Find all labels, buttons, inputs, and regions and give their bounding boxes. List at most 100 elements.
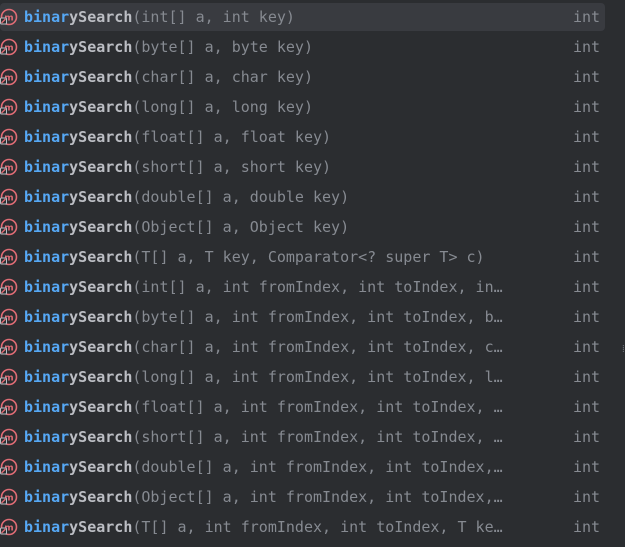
completion-item-text: binarySearch(Object[] a, Object key) [24, 213, 559, 241]
matched-prefix: binar [24, 38, 70, 56]
matched-prefix: binar [24, 308, 70, 326]
completion-item-text: binarySearch(byte[] a, int fromIndex, in… [24, 303, 559, 331]
method-icon: m [0, 518, 18, 536]
method-name-rest: ySearch [69, 368, 133, 386]
completion-item[interactable]: m binarySearch(float[] a, float key) int [0, 123, 605, 151]
completion-item-text: binarySearch(T[] a, T key, Comparator<? … [24, 243, 559, 271]
completion-item[interactable]: m binarySearch(double[] a, double key) int [0, 183, 605, 211]
method-signature: (char[] a, char key) [132, 68, 313, 86]
method-signature: (byte[] a, int fromIndex, int toIndex, b… [132, 308, 503, 326]
method-name-rest: ySearch [69, 128, 133, 146]
return-type: int [573, 248, 601, 266]
return-type: int [573, 128, 601, 146]
method-name-rest: ySearch [69, 488, 133, 506]
completion-item[interactable]: m binarySearch(byte[] a, byte key) int [0, 33, 605, 61]
method-icon: m [0, 488, 18, 506]
method-icon: m [0, 188, 18, 206]
matched-prefix: binar [24, 218, 70, 236]
method-name-rest: ySearch [69, 308, 133, 326]
return-type: int [573, 188, 601, 206]
matched-prefix: binar [24, 158, 70, 176]
matched-prefix: binar [24, 398, 70, 416]
method-icon: m [0, 338, 18, 356]
method-signature: (double[] a, double key) [132, 188, 350, 206]
completion-item-text: binarySearch(int[] a, int key) [24, 3, 559, 31]
return-type: int [573, 488, 601, 506]
method-name-rest: ySearch [69, 338, 133, 356]
completion-item[interactable]: m binarySearch(long[] a, long key) int [0, 93, 605, 121]
completion-item-text: binarySearch(Object[] a, int fromIndex, … [24, 483, 559, 511]
method-signature: (char[] a, int fromIndex, int toIndex, c… [132, 338, 503, 356]
method-name-rest: ySearch [69, 98, 133, 116]
method-name-rest: ySearch [69, 398, 133, 416]
method-icon: m [0, 398, 18, 416]
completion-item-text: binarySearch(float[] a, int fromIndex, i… [24, 393, 559, 421]
return-type: int [573, 428, 601, 446]
completion-item[interactable]: m binarySearch(short[] a, int fromIndex, … [0, 423, 605, 451]
method-name-rest: ySearch [69, 218, 133, 236]
completion-item[interactable]: m binarySearch(Object[] a, Object key) int [0, 213, 605, 241]
method-signature: (T[] a, T key, Comparator<? super T> c) [132, 248, 485, 266]
completion-item-text: binarySearch(short[] a, int fromIndex, i… [24, 423, 559, 451]
matched-prefix: binar [24, 368, 70, 386]
method-signature: (short[] a, int fromIndex, int toIndex, … [132, 428, 503, 446]
completion-item[interactable]: m binarySearch(float[] a, int fromIndex, … [0, 393, 605, 421]
completion-item[interactable]: m binarySearch(long[] a, int fromIndex, i… [0, 363, 605, 391]
method-icon: m [0, 98, 18, 116]
method-name-rest: ySearch [69, 38, 133, 56]
matched-prefix: binar [24, 458, 70, 476]
completion-item[interactable]: m binarySearch(Object[] a, int fromIndex,… [0, 483, 605, 511]
completion-item[interactable]: m binarySearch(short[] a, short key) int [0, 153, 605, 181]
completion-item-text: binarySearch(long[] a, int fromIndex, in… [24, 363, 559, 391]
return-type: int [573, 38, 601, 56]
completion-item-text: binarySearch(char[] a, int fromIndex, in… [24, 333, 559, 361]
method-icon: m [0, 428, 18, 446]
completion-item[interactable]: m binarySearch(T[] a, T key, Comparator<?… [0, 243, 605, 271]
method-signature: (short[] a, short key) [132, 158, 332, 176]
matched-prefix: binar [24, 68, 70, 86]
completion-item-text: binarySearch(short[] a, short key) [24, 153, 559, 181]
method-icon: m [0, 158, 18, 176]
code-completion-popup: m binarySearch(int[] a, int key) int m binar… [0, 0, 625, 547]
return-type: int [573, 518, 601, 536]
method-icon: m [0, 128, 18, 146]
matched-prefix: binar [24, 338, 70, 356]
completion-item-text: binarySearch(double[] a, int fromIndex, … [24, 453, 559, 481]
completion-item-text: binarySearch(int[] a, int fromIndex, int… [24, 273, 559, 301]
matched-prefix: binar [24, 428, 70, 446]
completion-item[interactable]: m binarySearch(int[] a, int fromIndex, in… [0, 273, 605, 301]
method-name-rest: ySearch [69, 428, 133, 446]
completion-item[interactable]: m binarySearch(T[] a, int fromIndex, int … [0, 513, 605, 541]
return-type: int [573, 8, 601, 26]
completion-item-text: binarySearch(double[] a, double key) [24, 183, 559, 211]
matched-prefix: binar [24, 188, 70, 206]
matched-prefix: binar [24, 8, 70, 26]
method-signature: (T[] a, int fromIndex, int toIndex, T ke… [132, 518, 503, 536]
method-signature: (int[] a, int key) [132, 8, 295, 26]
method-icon: m [0, 458, 18, 476]
return-type: int [573, 368, 601, 386]
method-name-rest: ySearch [69, 8, 133, 26]
method-icon: m [0, 308, 18, 326]
matched-prefix: binar [24, 248, 70, 266]
method-signature: (float[] a, float key) [132, 128, 332, 146]
method-name-rest: ySearch [69, 278, 133, 296]
matched-prefix: binar [24, 98, 70, 116]
completion-item[interactable]: m binarySearch(char[] a, char key) int [0, 63, 605, 91]
return-type: int [573, 458, 601, 476]
completion-item[interactable]: m binarySearch(byte[] a, int fromIndex, i… [0, 303, 605, 331]
method-icon: m [0, 8, 18, 26]
return-type: int [573, 98, 601, 116]
method-icon: m [0, 38, 18, 56]
matched-prefix: binar [24, 518, 70, 536]
method-signature: (int[] a, int fromIndex, int toIndex, in… [132, 278, 503, 296]
completion-item[interactable]: m binarySearch(char[] a, int fromIndex, i… [0, 333, 605, 361]
method-icon: m [0, 278, 18, 296]
matched-prefix: binar [24, 488, 70, 506]
completion-item[interactable]: m binarySearch(double[] a, int fromIndex,… [0, 453, 605, 481]
return-type: int [573, 398, 601, 416]
completion-item[interactable]: m binarySearch(int[] a, int key) int [0, 3, 605, 31]
method-signature: (long[] a, long key) [132, 98, 313, 116]
method-signature: (double[] a, int fromIndex, int toIndex,… [132, 458, 503, 476]
method-icon: m [0, 368, 18, 386]
